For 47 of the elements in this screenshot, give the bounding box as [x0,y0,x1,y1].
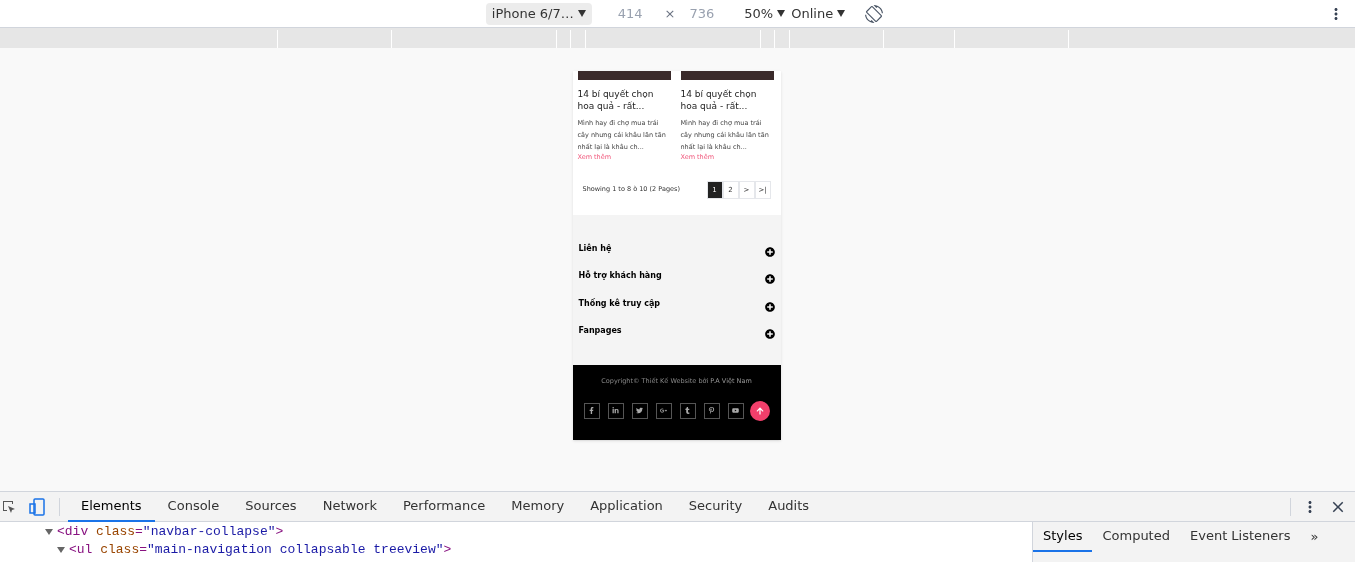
google-plus-icon [660,407,667,415]
linkedin-icon [612,407,619,415]
more-tabs-button[interactable]: » [1300,522,1329,552]
social-button[interactable] [607,402,624,419]
devtools-tab[interactable]: Sources [232,491,310,522]
youtube-icon [732,407,739,415]
devtools-tab[interactable]: Memory [498,491,578,522]
post-title[interactable]: 14 bí quyết chọn hoa quả - rất... [577,88,671,112]
devtools-tab[interactable]: Audits [755,491,823,522]
devtools-tab[interactable]: Application [577,491,676,522]
devtools-tab[interactable]: Performance [389,491,499,522]
styles-tab[interactable]: Computed [1092,522,1180,552]
social-button[interactable] [583,402,600,419]
devtools-tab[interactable]: Console [154,491,233,522]
dom-node[interactable]: <div class="navbar-collapse"> [57,522,284,542]
post-title[interactable]: 14 bí quyết chọn hoa quả - rất... [680,88,774,112]
devtools-tab[interactable]: Security [675,491,756,522]
footer-section[interactable]: Hỗ trợ khách hàng [578,262,775,290]
styles-tab[interactable]: Event Listeners [1180,522,1301,552]
footer-section[interactable]: Fanpages [578,317,775,345]
social-button[interactable] [727,402,744,419]
styles-tab[interactable]: Styles [1033,522,1093,552]
devtools-tab[interactable]: Network [309,491,390,522]
expanded-triangle-icon[interactable] [45,528,53,536]
scroll-top-button[interactable] [749,400,770,421]
rotate-icon[interactable] [865,4,884,23]
caret-icon [777,10,786,17]
facebook-icon [588,407,595,415]
twitter-icon [636,407,643,415]
caret-icon [577,10,586,17]
footer-section[interactable]: Liên hệ [578,235,775,263]
footer-section[interactable]: Thống kê truy cập [578,290,775,318]
social-button[interactable] [631,402,648,419]
zoom-select[interactable]: 50% [744,3,786,24]
social-button[interactable] [679,402,696,419]
arrow-up-icon [755,406,764,415]
device-toggle-icon[interactable] [29,497,45,516]
expanded-triangle-icon[interactable] [57,546,65,554]
device-select[interactable]: iPhone 6/7… [485,2,592,25]
inspect-icon[interactable] [1,498,17,515]
dom-node[interactable]: <ul class="main-navigation collapsable treeview"> [69,540,452,560]
pinterest-icon [708,407,715,415]
social-button[interactable] [703,402,720,419]
network-select[interactable]: Online [791,3,846,24]
tumblr-icon [684,407,691,415]
caret-icon [837,10,846,17]
times-sign: × [664,4,676,23]
